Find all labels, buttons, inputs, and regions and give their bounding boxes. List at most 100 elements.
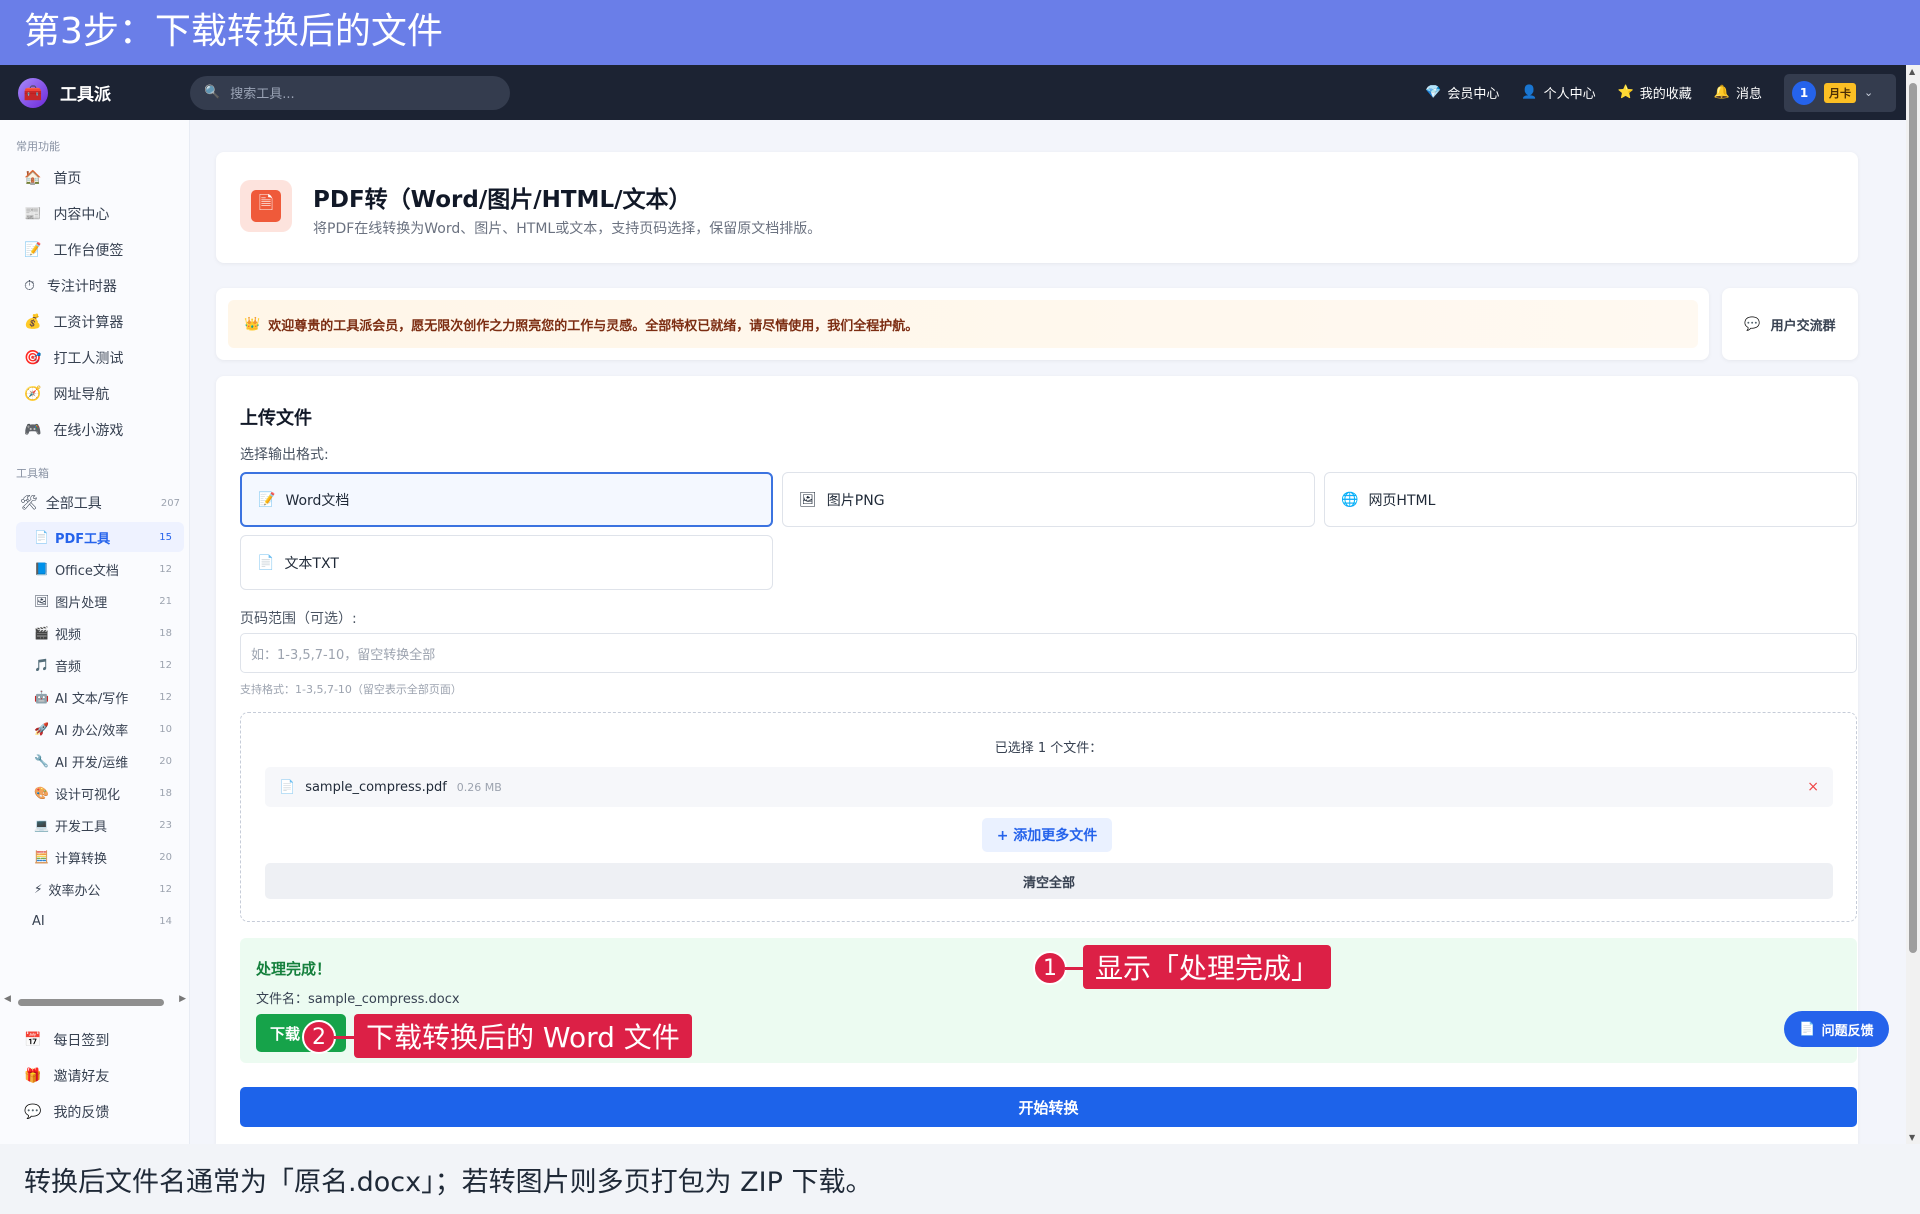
sidebar-item-label: Office文档: [54, 563, 119, 579]
sidebar-item-timer[interactable]: ⏱ 专注计时器: [24, 276, 117, 296]
book-icon: 📘: [34, 562, 49, 576]
scrollbar-thumb[interactable]: [18, 999, 164, 1006]
nav-label: 我的收藏: [1639, 87, 1692, 102]
sidebar-item-image[interactable]: 🖼 图片处理 21: [16, 586, 184, 616]
sidebar-item-office[interactable]: 📘 Office文档 12: [16, 554, 184, 584]
sidebar-horizontal-scrollbar[interactable]: ◀ ▶: [4, 994, 186, 1008]
sidebar-item-audio[interactable]: 🎵 音频 12: [16, 650, 184, 680]
nav-messages[interactable]: 🔔 消息: [1714, 83, 1762, 102]
chat-bubble-icon: 💬: [1744, 316, 1761, 332]
callout-1: 显示「处理完成」: [1083, 945, 1332, 989]
page-range-input[interactable]: 如：1-3,5,7-10，留空转换全部: [240, 633, 1857, 673]
close-icon[interactable]: ×: [1807, 779, 1819, 795]
sidebar-item-home[interactable]: 🏠 首页: [24, 168, 81, 188]
nav-favorites[interactable]: ⭐ 我的收藏: [1618, 83, 1692, 102]
file-list-item: 📄 sample_compress.pdf 0.26 MB ×: [265, 767, 1833, 807]
sidebar-item-label: 邀请好友: [53, 1069, 110, 1085]
sidebar-item-label: 在线小游戏: [53, 423, 124, 439]
count: 12: [159, 691, 172, 703]
count: 21: [159, 595, 172, 607]
scrollbar-thumb[interactable]: [1909, 83, 1917, 953]
format-html[interactable]: 🌐 网页HTML: [1324, 472, 1857, 527]
sidebar-item-label: 计算转换: [54, 851, 107, 867]
sidebar-item-label: 开发工具: [54, 819, 107, 835]
start-convert-button[interactable]: 开始转换: [240, 1087, 1857, 1127]
add-more-files-button[interactable]: + 添加更多文件: [982, 818, 1112, 852]
music-note-icon: 🎵: [34, 658, 49, 672]
stopwatch-icon: ⏱: [24, 278, 35, 294]
result-title: 处理完成！: [256, 960, 332, 978]
nav-personal-center[interactable]: 👤 个人中心: [1521, 83, 1595, 102]
sidebar-item-efficiency[interactable]: ⚡ 效率办公 12: [16, 874, 184, 904]
sidebar-item-url-nav[interactable]: 🧭 网址导航: [24, 384, 109, 404]
crown-icon: 👑: [244, 316, 261, 332]
clear-all-button[interactable]: 清空全部: [265, 863, 1833, 899]
memo-icon: 📝: [24, 242, 42, 258]
page-range-hint: 支持格式：1-3,5,7-10（留空表示全部页面）: [240, 683, 462, 696]
user-menu[interactable]: 1 月卡 ⌄: [1784, 73, 1896, 112]
sidebar-item-worker-test[interactable]: 🎯 打工人测试: [24, 348, 123, 368]
sidebar-item-video[interactable]: 🎬 视频 18: [16, 618, 184, 648]
sidebar-item-content[interactable]: 📰 内容中心: [24, 204, 109, 224]
sidebar-item-ai[interactable]: AI 14: [16, 906, 184, 936]
nav-member-center[interactable]: 💎 会员中心: [1425, 83, 1499, 102]
sidebar-item-ai-writing[interactable]: 🤖 AI 文本/写作 12: [16, 682, 184, 712]
sidebar-item-label: 图片处理: [55, 595, 108, 611]
count: 20: [159, 851, 172, 863]
gamepad-icon: 🎮: [24, 422, 42, 438]
section-title-toolbox: 工具箱: [16, 467, 49, 480]
sidebar: 常用功能 🏠 首页 📰 内容中心 📝 工作台便签 ⏱ 专注计时器 💰 工资计算器 🎯 打工人…: [0, 120, 190, 1144]
sidebar-item-notes[interactable]: 📝 工作台便签: [24, 240, 123, 260]
logo[interactable]: 🧰 工具派: [18, 77, 190, 108]
robot-icon: 🤖: [34, 690, 49, 704]
sidebar-item-salary[interactable]: 💰 工资计算器: [24, 312, 123, 332]
page-range-placeholder: 如：1-3,5,7-10，留空转换全部: [251, 647, 436, 663]
speech-bubble-icon: 💬: [24, 1104, 42, 1120]
feedback-button[interactable]: 📄 问题反馈: [1784, 1011, 1889, 1047]
sidebar-item-label: AI 文本/写作: [54, 691, 129, 707]
document-icon: 📄: [34, 530, 49, 544]
page-subtitle: 将PDF在线转换为Word、图片、HTML或文本，支持页码选择，保留原文档排版。: [313, 221, 822, 237]
sidebar-item-label: AI: [32, 913, 45, 929]
format-label: 选择输出格式:: [240, 447, 329, 463]
format-txt[interactable]: 📄 文本TXT: [240, 535, 773, 590]
sidebar-item-calc[interactable]: 🧮 计算转换 20: [16, 842, 184, 872]
search-input[interactable]: 🔍 搜索工具...: [190, 75, 510, 110]
step-banner: 第3步：下载转换后的文件: [0, 0, 1920, 65]
format-word[interactable]: 📝 Word文档: [240, 472, 773, 527]
sidebar-item-label: 打工人测试: [53, 351, 124, 367]
callout-badge-2: 2: [302, 1020, 336, 1054]
sidebar-item-games[interactable]: 🎮 在线小游戏: [24, 420, 123, 440]
file-size: 0.26 MB: [456, 780, 502, 794]
lightning-icon: ⚡: [34, 882, 43, 896]
sidebar-item-label: PDF工具: [54, 531, 111, 547]
sidebar-item-design[interactable]: 🎨 设计可视化 18: [16, 778, 184, 808]
sidebar-item-ai-office[interactable]: 🚀 AI 办公/效率 10: [16, 714, 184, 744]
format-png[interactable]: 🖼 图片PNG: [782, 472, 1315, 527]
arrow-down-icon: ▼: [1909, 1133, 1916, 1142]
sidebar-item-all-tools[interactable]: 🛠 全部工具 207: [16, 488, 184, 518]
gift-icon: 🎁: [24, 1068, 42, 1084]
star-icon: ⭐: [1617, 85, 1634, 100]
sidebar-item-pdf[interactable]: 📄 PDF工具 15: [16, 522, 184, 552]
file-dropzone[interactable]: 已选择 1 个文件： 📄 sample_compress.pdf 0.26 MB…: [240, 712, 1857, 922]
sidebar-item-label: 工资计算器: [53, 315, 124, 331]
user-group-button[interactable]: 💬 用户交流群: [1722, 288, 1858, 360]
sidebar-item-checkin[interactable]: 📅 每日签到: [24, 1030, 109, 1050]
sidebar-item-ai-dev[interactable]: 🔧 AI 开发/运维 20: [16, 746, 184, 776]
word-icon: 📝: [258, 491, 276, 508]
sidebar-item-invite[interactable]: 🎁 邀请好友: [24, 1066, 109, 1086]
count: 12: [159, 883, 172, 895]
top-navbar: 🧰 工具派 🔍 搜索工具... 💎 会员中心 👤 个人中心 ⭐ 我的收藏 🔔 消息 1 …: [0, 65, 1920, 120]
compass-icon: 🧭: [24, 386, 42, 402]
page-vertical-scrollbar[interactable]: ▲ ▼: [1906, 65, 1920, 1144]
format-label-text: Word文档: [285, 492, 350, 509]
abacus-icon: 🧮: [34, 850, 49, 864]
sidebar-item-dev-tools[interactable]: 💻 开发工具 23: [16, 810, 184, 840]
sidebar-item-label: 我的反馈: [53, 1105, 110, 1121]
toolbox-logo-icon: 🧰: [18, 77, 48, 108]
format-label-text: 网页HTML: [1368, 492, 1436, 509]
picture-icon: 🖼: [34, 594, 50, 608]
diamond-icon: 💎: [1425, 85, 1442, 100]
sidebar-item-feedback[interactable]: 💬 我的反馈: [24, 1102, 109, 1122]
